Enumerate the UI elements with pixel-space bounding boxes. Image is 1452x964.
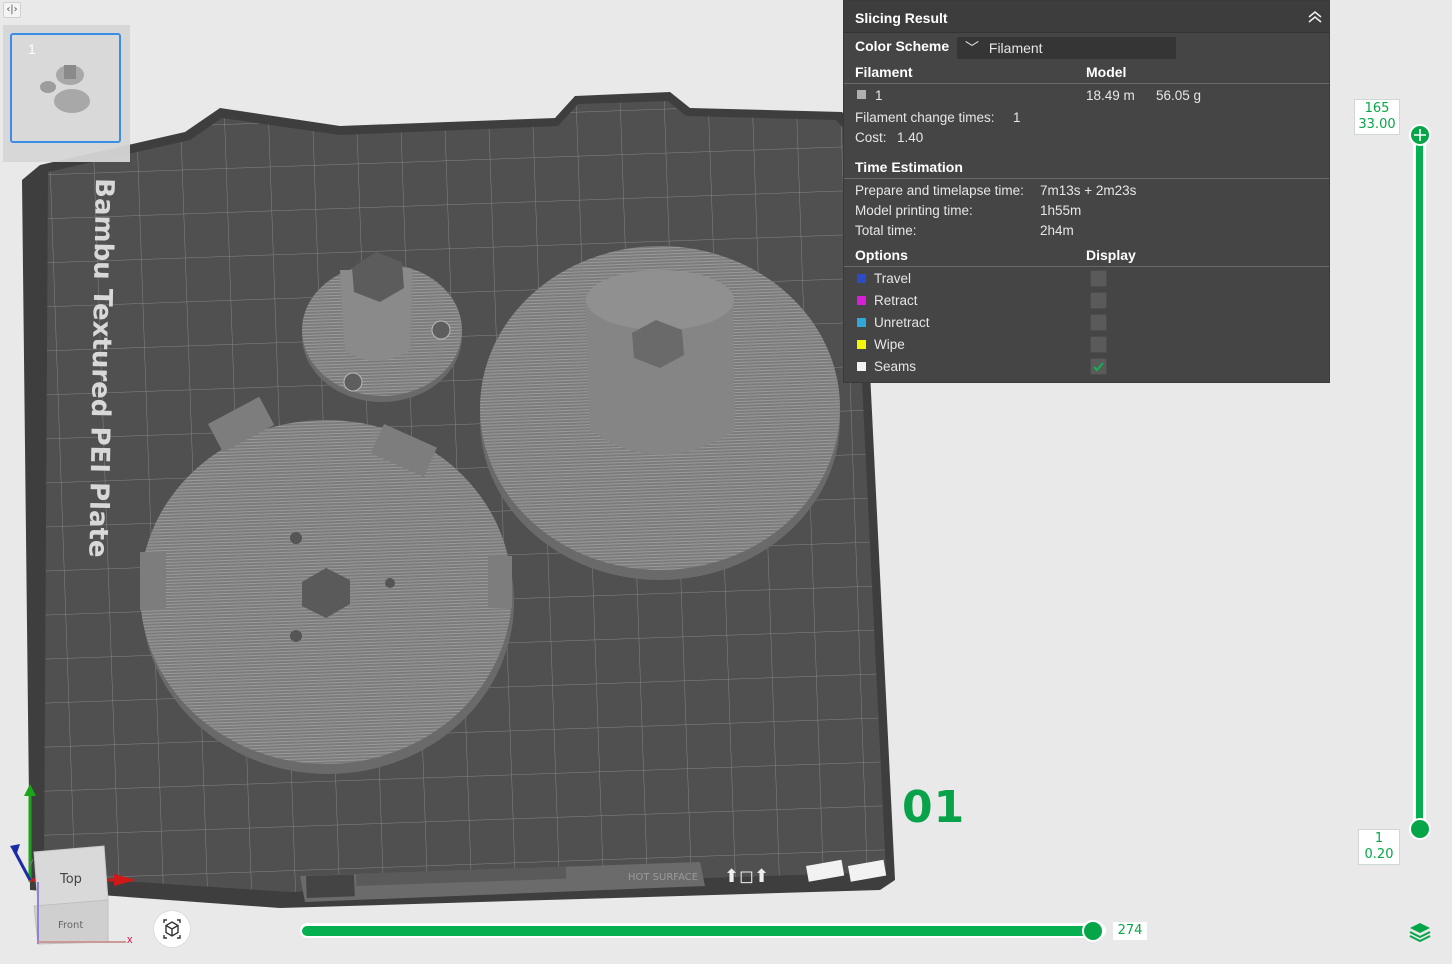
option-retract-label: Retract [874,293,918,308]
layer-slider-bottom-handle[interactable] [1409,818,1431,840]
color-scheme-dropdown[interactable]: ﹀ Filament [957,37,1176,59]
filament-color-swatch [857,90,866,99]
option-retract-checkbox[interactable] [1090,292,1107,309]
filament-id: 1 [875,88,883,103]
unretract-color-swatch [857,318,866,327]
option-unretract-checkbox[interactable] [1090,314,1107,331]
plate-thumbnail-number: 1 [28,41,36,57]
bed-arrows-mark: ⬆◻⬆ [724,866,769,887]
layers-icon[interactable] [1408,920,1432,944]
part-large-spool[interactable] [480,246,840,580]
move-slider-fill [302,926,1092,936]
total-time-value: 2h4m [1040,223,1074,238]
total-time-label: Total time: [855,223,917,238]
layer-bottom-number: 1 [1374,831,1384,846]
option-travel-label: Travel [874,271,912,286]
view-cube-front-label[interactable]: Front [58,920,83,931]
hot-surface-mark: HOT SURFACE [628,872,698,883]
layer-slider-top-handle[interactable] [1409,124,1431,146]
option-travel-checkbox[interactable] [1090,270,1107,287]
layer-slider-fill [1416,134,1423,828]
model-header: Model [1086,64,1127,80]
option-wipe-checkbox[interactable] [1090,336,1107,353]
slicing-result-panel: Slicing Result Color Scheme ﹀ Filament F… [843,0,1330,383]
prepare-time-label: Prepare and timelapse time: [855,183,1024,198]
color-scheme-label: Color Scheme [855,38,950,54]
option-seams-checkbox[interactable] [1090,358,1107,375]
chevron-down-icon: ﹀ [965,40,979,56]
collapse-panel-icon[interactable] [1305,7,1325,27]
filament-change-label: Filament change times: [855,110,995,125]
plate-number: 01 [902,782,966,833]
option-seams-label: Seams [874,359,917,374]
layer-top-number: 165 [1364,101,1390,116]
filament-header: Filament [855,64,913,80]
reset-view-button[interactable] [153,910,191,948]
move-slider-value: 274 [1113,922,1147,940]
cost-value: 1.40 [897,130,924,145]
filament-weight: 56.05 g [1156,88,1202,103]
time-estimation-header: Time Estimation [855,159,963,175]
travel-color-swatch [857,274,866,283]
seams-color-swatch [857,362,866,371]
filament-change-value: 1 [1013,110,1021,125]
wipe-color-swatch [857,340,866,349]
option-unretract-label: Unretract [874,315,930,330]
layer-top-label: 165 33.00 [1354,99,1400,135]
view-cube-top-label[interactable]: Top [60,872,82,887]
axis-y-label: y [28,856,34,868]
cost-label: Cost: [855,130,887,145]
layer-bottom-label: 1 0.20 [1358,829,1400,865]
layer-bottom-height: 0.20 [1364,847,1394,862]
prepare-time-value: 7m13s + 2m23s [1040,183,1137,198]
filament-length: 18.49 m [1086,88,1135,103]
display-header: Display [1086,247,1136,263]
model-time-value: 1h55m [1040,203,1082,218]
layer-top-height: 33.00 [1358,117,1396,132]
plate-thumbnail[interactable]: 1 [10,33,121,143]
bed-logo-box [305,874,355,898]
retract-color-swatch [857,296,866,305]
model-time-label: Model printing time: [855,203,973,218]
cube-view-icon [163,919,181,939]
sidebar-toggle-icon[interactable]: ‹|› [3,2,21,18]
options-header: Options [855,247,908,263]
axis-x-label: x [127,934,133,946]
color-scheme-value: Filament [988,40,1043,56]
checkmark-icon [1093,362,1104,372]
plus-icon [1414,129,1426,141]
move-slider-handle[interactable] [1082,920,1104,942]
panel-title: Slicing Result [855,10,948,26]
option-wipe-label: Wipe [874,337,905,352]
view-cube[interactable] [8,782,158,962]
